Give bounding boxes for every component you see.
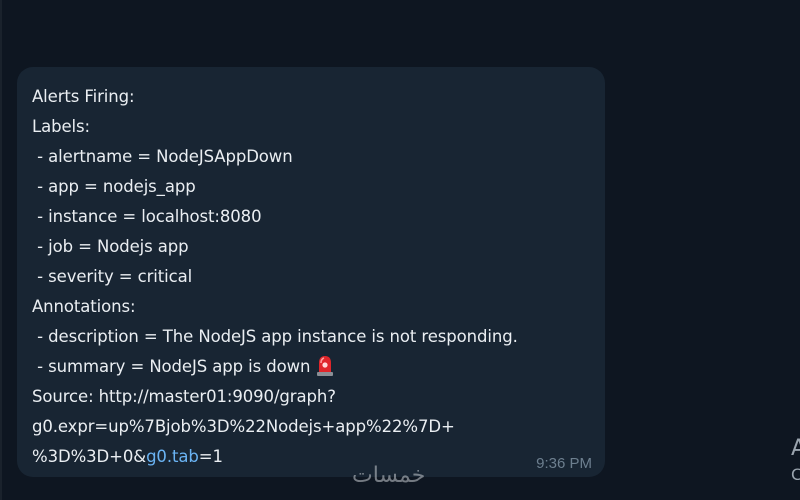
- message-line: Annotations:: [32, 297, 136, 316]
- cropped-edge-text: C: [791, 465, 800, 484]
- url-link[interactable]: g0.tab: [146, 447, 199, 466]
- chat-area: Alerts Firing: Labels: - alertname = Nod…: [0, 0, 800, 500]
- watermark: خمسات: [352, 463, 426, 488]
- message-line: - description = The NodeJS app instance …: [32, 327, 518, 346]
- police-siren-icon: [316, 354, 334, 376]
- message-line: Alerts Firing:: [32, 87, 135, 106]
- message-line-summary: - summary = NodeJS app is down: [32, 352, 605, 382]
- message-line: - job = Nodejs app: [32, 237, 189, 256]
- cropped-edge-text: A: [791, 436, 800, 461]
- message-line: - app = nodejs_app: [32, 177, 196, 196]
- panel-divider: [0, 0, 2, 500]
- message-line: g0.expr=up%7Bjob%3D%22Nodejs+app%22%7D+: [32, 417, 455, 436]
- url-text: =1: [198, 447, 223, 466]
- message-line: Labels:: [32, 117, 90, 136]
- message-line: - severity = critical: [32, 267, 193, 286]
- message-line: - alertname = NodeJSAppDown: [32, 147, 293, 166]
- message-bubble[interactable]: Alerts Firing: Labels: - alertname = Nod…: [17, 67, 605, 477]
- summary-text: - summary = NodeJS app is down: [32, 357, 311, 376]
- url-text: %3D%3D+0&: [32, 447, 147, 466]
- message-line-last: %3D%3D+0&g0.tab=1: [32, 442, 605, 472]
- message-line: - instance = localhost:8080: [32, 207, 262, 226]
- message-timestamp: 9:36 PM: [536, 455, 592, 472]
- message-line: Source: http://master01:9090/graph?: [32, 387, 336, 406]
